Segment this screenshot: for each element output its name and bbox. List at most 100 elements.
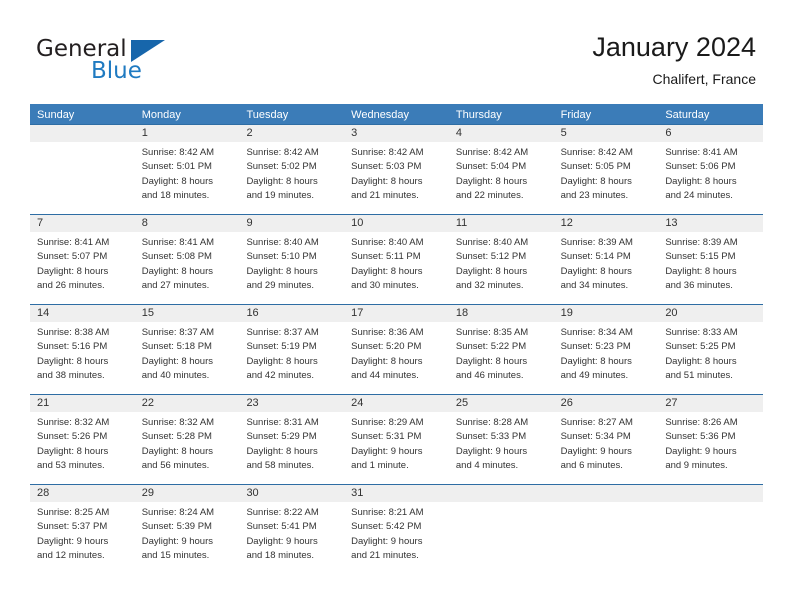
day-number[interactable]: 30 xyxy=(239,485,344,502)
weekday-header-thursday: Thursday xyxy=(455,109,502,121)
day-number[interactable]: 26 xyxy=(554,395,659,412)
daylight-line-1: Daylight: 8 hours xyxy=(455,175,528,187)
day-cell[interactable] xyxy=(30,142,135,214)
day-cell[interactable]: Sunrise: 8:26 AM Sunset: 5:36 PM Dayligh… xyxy=(658,412,763,484)
day-number[interactable] xyxy=(554,485,659,502)
day-cell[interactable]: Sunrise: 8:25 AM Sunset: 5:37 PM Dayligh… xyxy=(30,502,135,574)
day-number[interactable]: 8 xyxy=(135,215,240,232)
day-cell[interactable]: Sunrise: 8:32 AM Sunset: 5:26 PM Dayligh… xyxy=(30,412,135,484)
day-number[interactable] xyxy=(658,485,763,502)
day-cell[interactable]: Sunrise: 8:41 AM Sunset: 5:08 PM Dayligh… xyxy=(135,232,240,304)
sunset-text: Sunset: 5:39 PM xyxy=(141,521,212,533)
day-number[interactable]: 23 xyxy=(239,395,344,412)
day-number[interactable]: 28 xyxy=(30,485,135,502)
daylight-line-2: and 40 minutes. xyxy=(141,370,210,382)
daylight-line-2: and 12 minutes. xyxy=(37,550,105,562)
daylight-line-1: Daylight: 8 hours xyxy=(37,445,109,457)
daylight-line-2: and 30 minutes. xyxy=(351,280,419,292)
brand-name-blue: Blue xyxy=(91,58,142,84)
day-number[interactable]: 4 xyxy=(449,125,554,142)
day-cell[interactable]: Sunrise: 8:42 AM Sunset: 5:01 PM Dayligh… xyxy=(135,142,240,214)
day-cell[interactable]: Sunrise: 8:31 AM Sunset: 5:29 PM Dayligh… xyxy=(239,412,344,484)
day-cell[interactable]: Sunrise: 8:36 AM Sunset: 5:20 PM Dayligh… xyxy=(344,322,449,394)
day-number[interactable] xyxy=(30,125,135,142)
week-detail-band: Sunrise: 8:38 AM Sunset: 5:16 PM Dayligh… xyxy=(30,322,763,394)
brand-logo[interactable]: General Blue xyxy=(36,36,226,88)
day-number[interactable]: 10 xyxy=(344,215,449,232)
day-number[interactable]: 29 xyxy=(135,485,240,502)
sunset-text: Sunset: 5:05 PM xyxy=(560,161,631,173)
day-cell[interactable]: Sunrise: 8:39 AM Sunset: 5:15 PM Dayligh… xyxy=(658,232,763,304)
day-number[interactable]: 7 xyxy=(30,215,135,232)
day-number[interactable]: 15 xyxy=(135,305,240,322)
day-number[interactable]: 17 xyxy=(344,305,449,322)
day-number[interactable]: 25 xyxy=(449,395,554,412)
day-number[interactable]: 12 xyxy=(554,215,659,232)
day-cell[interactable]: Sunrise: 8:27 AM Sunset: 5:34 PM Dayligh… xyxy=(554,412,659,484)
day-number[interactable]: 11 xyxy=(449,215,554,232)
calendar-week-row: 14 15 16 17 18 19 20 Sunrise: 8:38 AM Su… xyxy=(30,304,763,394)
day-cell[interactable]: Sunrise: 8:42 AM Sunset: 5:03 PM Dayligh… xyxy=(344,142,449,214)
day-number[interactable]: 2 xyxy=(239,125,344,142)
daylight-line-2: and 18 minutes. xyxy=(246,550,315,562)
day-number[interactable]: 3 xyxy=(344,125,449,142)
sunset-text: Sunset: 5:16 PM xyxy=(37,341,108,353)
day-number[interactable]: 19 xyxy=(554,305,659,322)
day-number[interactable]: 16 xyxy=(239,305,344,322)
day-cell[interactable]: Sunrise: 8:37 AM Sunset: 5:18 PM Dayligh… xyxy=(135,322,240,394)
sunrise-text: Sunrise: 8:25 AM xyxy=(37,507,110,518)
day-number[interactable]: 13 xyxy=(658,215,763,232)
day-cell[interactable]: Sunrise: 8:41 AM Sunset: 5:07 PM Dayligh… xyxy=(30,232,135,304)
sunrise-text: Sunrise: 8:32 AM xyxy=(141,417,215,428)
day-cell[interactable]: Sunrise: 8:42 AM Sunset: 5:02 PM Dayligh… xyxy=(239,142,344,214)
day-cell[interactable]: Sunrise: 8:33 AM Sunset: 5:25 PM Dayligh… xyxy=(658,322,763,394)
day-number[interactable]: 31 xyxy=(344,485,449,502)
day-cell[interactable]: Sunrise: 8:32 AM Sunset: 5:28 PM Dayligh… xyxy=(135,412,240,484)
day-cell[interactable]: Sunrise: 8:39 AM Sunset: 5:14 PM Dayligh… xyxy=(554,232,659,304)
day-cell[interactable]: Sunrise: 8:38 AM Sunset: 5:16 PM Dayligh… xyxy=(30,322,135,394)
day-cell[interactable]: Sunrise: 8:21 AM Sunset: 5:42 PM Dayligh… xyxy=(344,502,449,574)
day-number[interactable]: 5 xyxy=(554,125,659,142)
day-number[interactable]: 6 xyxy=(658,125,763,142)
day-cell[interactable] xyxy=(554,502,659,574)
day-number[interactable]: 22 xyxy=(135,395,240,412)
day-number[interactable]: 21 xyxy=(30,395,135,412)
sunrise-text: Sunrise: 8:40 AM xyxy=(455,237,529,248)
day-cell[interactable]: Sunrise: 8:41 AM Sunset: 5:06 PM Dayligh… xyxy=(658,142,763,214)
sunset-text: Sunset: 5:31 PM xyxy=(351,431,422,443)
sunrise-text: Sunrise: 8:27 AM xyxy=(560,417,633,428)
sunrise-text: Sunrise: 8:41 AM xyxy=(37,237,110,248)
day-cell[interactable]: Sunrise: 8:34 AM Sunset: 5:23 PM Dayligh… xyxy=(554,322,659,394)
day-number[interactable]: 27 xyxy=(658,395,763,412)
day-cell[interactable]: Sunrise: 8:40 AM Sunset: 5:11 PM Dayligh… xyxy=(344,232,449,304)
sunrise-text: Sunrise: 8:42 AM xyxy=(455,147,529,158)
sunrise-text: Sunrise: 8:31 AM xyxy=(246,417,319,428)
daylight-line-1: Daylight: 8 hours xyxy=(560,265,632,277)
day-number[interactable]: 9 xyxy=(239,215,344,232)
day-cell[interactable] xyxy=(449,502,554,574)
week-day-number-band: 14 15 16 17 18 19 20 xyxy=(30,305,763,322)
day-number[interactable]: 1 xyxy=(135,125,240,142)
sunrise-text: Sunrise: 8:21 AM xyxy=(351,507,424,518)
day-cell[interactable]: Sunrise: 8:37 AM Sunset: 5:19 PM Dayligh… xyxy=(239,322,344,394)
day-cell[interactable]: Sunrise: 8:35 AM Sunset: 5:22 PM Dayligh… xyxy=(449,322,554,394)
day-cell[interactable]: Sunrise: 8:40 AM Sunset: 5:10 PM Dayligh… xyxy=(239,232,344,304)
sunset-text: Sunset: 5:29 PM xyxy=(246,431,317,443)
day-number[interactable]: 14 xyxy=(30,305,135,322)
day-number[interactable]: 24 xyxy=(344,395,449,412)
sunset-text: Sunset: 5:01 PM xyxy=(141,161,212,173)
day-number[interactable] xyxy=(449,485,554,502)
sunset-text: Sunset: 5:26 PM xyxy=(37,431,108,443)
day-cell[interactable]: Sunrise: 8:40 AM Sunset: 5:12 PM Dayligh… xyxy=(449,232,554,304)
day-cell[interactable] xyxy=(658,502,763,574)
day-cell[interactable]: Sunrise: 8:42 AM Sunset: 5:04 PM Dayligh… xyxy=(449,142,554,214)
day-cell[interactable]: Sunrise: 8:24 AM Sunset: 5:39 PM Dayligh… xyxy=(135,502,240,574)
day-cell[interactable]: Sunrise: 8:42 AM Sunset: 5:05 PM Dayligh… xyxy=(554,142,659,214)
day-cell[interactable]: Sunrise: 8:22 AM Sunset: 5:41 PM Dayligh… xyxy=(239,502,344,574)
day-number[interactable]: 20 xyxy=(658,305,763,322)
day-cell[interactable]: Sunrise: 8:29 AM Sunset: 5:31 PM Dayligh… xyxy=(344,412,449,484)
day-number[interactable]: 18 xyxy=(449,305,554,322)
daylight-line-1: Daylight: 8 hours xyxy=(665,355,737,367)
calendar-week-row: 28 29 30 31 Sunrise: 8:25 AM Sunset: 5:3… xyxy=(30,484,763,574)
day-cell[interactable]: Sunrise: 8:28 AM Sunset: 5:33 PM Dayligh… xyxy=(449,412,554,484)
